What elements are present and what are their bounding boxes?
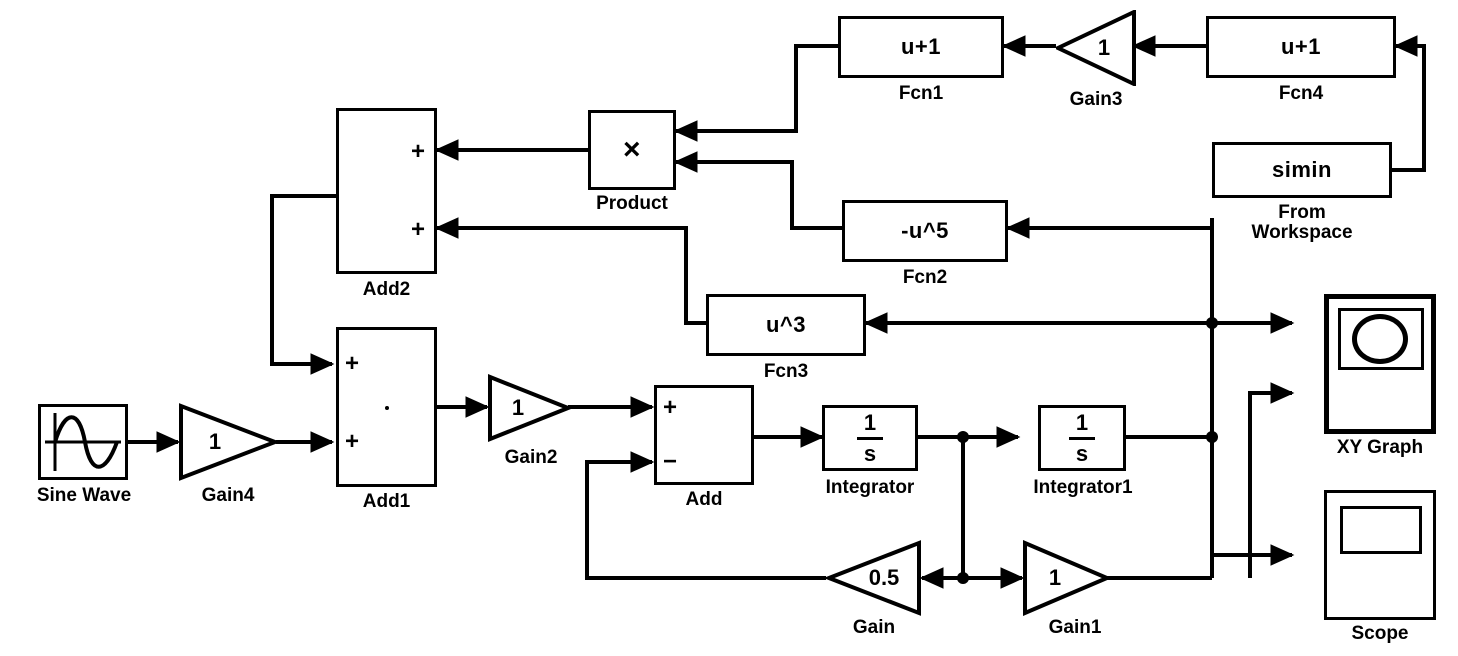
junction-dot-feedback-bus: [957, 572, 969, 584]
simulink-diagram-canvas: u+1 Fcn1 1 Gain3 u+1 Fcn4 simin From Wor…: [0, 0, 1458, 656]
junction-dot-integrator-out: [957, 431, 969, 443]
junction-dot-xy-feed: [1206, 317, 1218, 329]
junction-dot-layer: [957, 317, 1218, 584]
junction-dot-integrator1-out: [1206, 431, 1218, 443]
